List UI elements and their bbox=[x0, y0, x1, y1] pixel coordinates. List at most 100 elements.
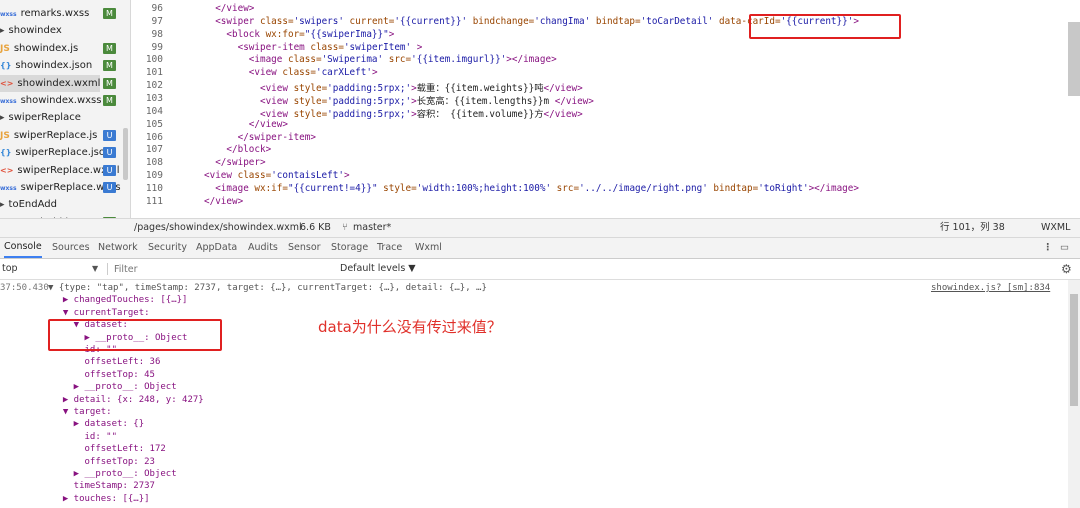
gear-icon[interactable]: ⚙ bbox=[1061, 259, 1072, 279]
wxss-file-icon: wxss bbox=[0, 98, 17, 105]
code-line[interactable]: </block> bbox=[204, 144, 271, 155]
code-line[interactable]: <view class='contaisLeft'> bbox=[204, 170, 350, 181]
code-line[interactable]: <image wx:if="{{current!=4}}" style='wid… bbox=[204, 183, 859, 194]
file-tree-item[interactable]: ▸ showindex bbox=[0, 22, 62, 39]
line-number: 103 bbox=[145, 92, 163, 104]
devtools-tab-console[interactable]: Console bbox=[4, 238, 42, 258]
json-file-icon: {} bbox=[0, 61, 12, 71]
status-language[interactable]: WXML bbox=[1041, 219, 1070, 237]
code-line[interactable]: </swiper> bbox=[204, 157, 265, 168]
devtools-tab-security[interactable]: Security bbox=[148, 238, 187, 258]
json-file-icon: {} bbox=[0, 148, 12, 158]
code-token: bindtap= bbox=[590, 15, 641, 27]
log-line[interactable]: offsetTop: 23 bbox=[52, 456, 155, 468]
devtools-tab-trace[interactable]: Trace bbox=[377, 238, 402, 258]
code-token: > bbox=[343, 170, 350, 182]
devtools-tab-storage[interactable]: Storage bbox=[331, 238, 368, 258]
devtools-tab-sensor[interactable]: Sensor bbox=[288, 238, 321, 258]
console-scrollbar[interactable] bbox=[1068, 280, 1080, 508]
log-line[interactable]: offsetTop: 45 bbox=[52, 369, 155, 381]
code-line[interactable]: </view> bbox=[204, 196, 243, 207]
dock-icon[interactable]: ▭ bbox=[1060, 238, 1069, 258]
log-line[interactable]: ▶ __proto__: Object bbox=[52, 381, 177, 393]
code-token: <swiper bbox=[215, 15, 255, 27]
log-line[interactable]: ▶ changedTouches: [{…}] bbox=[52, 294, 188, 306]
code-editor[interactable]: 96 97 98 99 100 101 102 103 104 105 106 107 108 109 11… bbox=[131, 0, 1080, 218]
git-status-badge: U bbox=[103, 182, 116, 193]
file-tree-item[interactable]: <> showindex.wxml M bbox=[0, 74, 116, 92]
editor-status-bar: /pages/showindex/showindex.wxml 6.6 KB ⑂… bbox=[0, 218, 1080, 238]
code-token: class= bbox=[282, 54, 322, 66]
code-token: wx:for= bbox=[259, 28, 305, 40]
file-tree-item[interactable]: JS swiperReplace.js U bbox=[0, 127, 116, 144]
code-token: "{{swiperIma}}" bbox=[304, 28, 389, 40]
code-token: 'toCarDetail' bbox=[640, 15, 714, 27]
devtools-tab-network[interactable]: Network bbox=[98, 238, 138, 258]
file-tree-item[interactable]: ▸ toEndAdd bbox=[0, 196, 57, 213]
code-line[interactable]: </view> bbox=[204, 119, 288, 130]
file-tree-item[interactable]: ▸ swiperReplace bbox=[0, 109, 81, 126]
highlight-box-data-carid bbox=[749, 14, 901, 39]
git-status-badge: M bbox=[103, 8, 116, 19]
devtools-tab-bar: Console Sources Network Security AppData Audi… bbox=[0, 238, 1080, 259]
file-tree-label: swiperReplace bbox=[8, 112, 81, 124]
log-line[interactable]: offsetLeft: 172 bbox=[52, 443, 166, 455]
code-line[interactable]: <block wx:for="{{swiperIma}}"> bbox=[204, 29, 394, 40]
wxml-file-icon: <> bbox=[0, 165, 14, 175]
status-cursor-position[interactable]: 行 101，列 38 bbox=[940, 219, 1005, 237]
devtools-tab-wxml[interactable]: Wxml bbox=[415, 238, 442, 258]
code-line[interactable]: <view class='carXLeft'> bbox=[204, 67, 378, 78]
code-token: <view bbox=[204, 170, 232, 182]
file-tree-item[interactable]: <> swiperReplace.wxml U bbox=[0, 162, 120, 179]
code-token: </view> bbox=[204, 195, 244, 207]
file-tree-item[interactable]: {} showindex.json M bbox=[0, 57, 116, 74]
log-line[interactable]: ▼ {type: "tap", timeStamp: 2737, target:… bbox=[48, 282, 487, 294]
log-source-link[interactable]: showindex.js? [sm]:834 bbox=[931, 282, 1050, 294]
file-tree-item[interactable]: JS showindex.js M bbox=[0, 40, 116, 57]
code-line[interactable]: </view> bbox=[204, 3, 254, 14]
log-line[interactable]: ▶ __proto__: Object bbox=[52, 468, 177, 480]
code-line[interactable]: <swiper-item class='swiperItem' > bbox=[204, 42, 423, 53]
file-tree-scrollbar[interactable] bbox=[123, 128, 128, 180]
log-line[interactable]: ▼ currentTarget: bbox=[52, 307, 150, 319]
more-menu-icon[interactable]: ⋮ bbox=[1043, 238, 1053, 258]
log-line[interactable]: timeStamp: 2737 bbox=[52, 480, 155, 492]
log-line[interactable]: offsetLeft: 36 bbox=[52, 356, 161, 368]
folder-file-icon: ▸ bbox=[0, 113, 5, 124]
file-tree-item[interactable]: {} swiperReplace.json U bbox=[0, 144, 116, 161]
file-tree-item[interactable]: wxss showindex.wxss M bbox=[0, 92, 116, 109]
code-token: style= bbox=[287, 108, 328, 120]
code-token: bindchange= bbox=[467, 15, 535, 27]
devtools-tab-audits[interactable]: Audits bbox=[248, 238, 278, 258]
code-token: 容积： {{item.volume}}方 bbox=[416, 108, 544, 120]
context-selector[interactable]: top bbox=[2, 259, 18, 279]
devtools-tab-sources[interactable]: Sources bbox=[52, 238, 90, 258]
code-token: 'changIma' bbox=[534, 15, 591, 27]
question-annotation: data为什么没有传过来值？ bbox=[318, 318, 502, 336]
chevron-down-icon[interactable]: ▼ bbox=[92, 259, 98, 279]
log-line[interactable]: ▼ target: bbox=[52, 406, 112, 418]
log-line[interactable]: ▶ detail: {x: 248, y: 427} bbox=[52, 394, 204, 406]
editor-scrollbar[interactable] bbox=[1068, 22, 1080, 96]
status-file-size: 6.6 KB bbox=[300, 222, 331, 233]
code-line[interactable]: <image class='Swiperima' src='{{item.img… bbox=[204, 54, 557, 65]
log-line[interactable]: ▶ touches: [{…}] bbox=[52, 493, 150, 505]
log-line[interactable]: ▶ dataset: {} bbox=[52, 418, 144, 430]
line-number: 106 bbox=[145, 131, 163, 143]
status-branch[interactable]: master* bbox=[353, 219, 391, 237]
filter-input[interactable] bbox=[112, 262, 331, 276]
log-levels-dropdown[interactable]: Default levels ▼ bbox=[340, 259, 416, 279]
file-tree-label: showindex.json bbox=[15, 60, 93, 72]
devtools-tab-appdata[interactable]: AppData bbox=[196, 238, 237, 258]
code-token: '{{current}}' bbox=[394, 15, 468, 27]
file-tree-item[interactable]: wxss swiperReplace.wxss U bbox=[0, 179, 121, 196]
code-line[interactable]: </swiper-item> bbox=[204, 132, 316, 143]
code-token: </block> bbox=[226, 144, 272, 156]
file-tree-label: remarks.wxss bbox=[20, 8, 90, 19]
file-tree-item[interactable]: wxss remarks.wxss M bbox=[0, 5, 116, 22]
line-gutter: 96 97 98 99 100 101 102 103 104 105 106 107 108 109 11… bbox=[131, 0, 181, 218]
log-line[interactable]: id: "" bbox=[52, 431, 118, 443]
code-token: </view> bbox=[248, 118, 288, 130]
code-token: 'Swiperima' bbox=[321, 54, 384, 66]
